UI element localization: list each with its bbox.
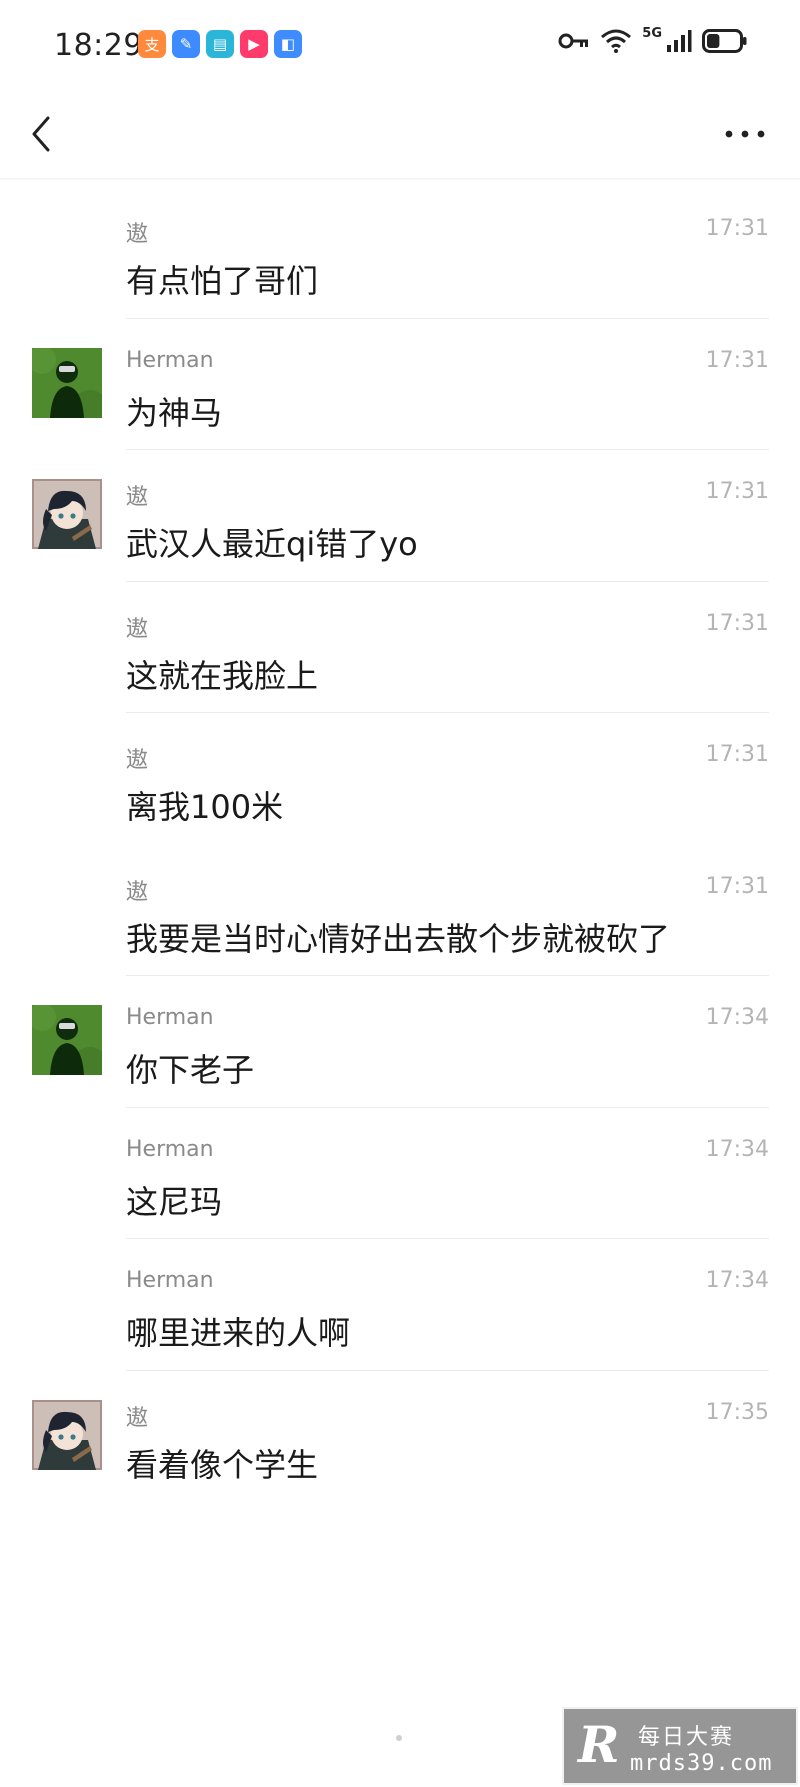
video-app-icon: ▶	[240, 30, 268, 58]
message-sender: 遨	[126, 485, 149, 510]
message-text: 你下老子	[126, 1051, 255, 1089]
watermark-title: 每日大赛	[638, 1725, 735, 1750]
scroll-indicator	[396, 1735, 402, 1741]
message-text: 为神马	[126, 393, 223, 432]
more-button[interactable]	[720, 118, 770, 150]
message-text: 这尼玛	[126, 1182, 223, 1221]
message-sender: Herman	[126, 1005, 214, 1030]
message-divider	[126, 1238, 769, 1239]
message-divider	[126, 712, 769, 713]
message-timestamp: 17:31	[705, 610, 769, 636]
message-text: 看着像个学生	[126, 1445, 319, 1484]
message-timestamp: 17:35	[705, 1399, 769, 1425]
message-divider	[126, 1369, 769, 1371]
alipay-app-icon: 支	[138, 30, 166, 58]
message-divider	[126, 975, 769, 976]
more-dots-icon	[725, 130, 765, 138]
signal-icon	[666, 29, 692, 57]
message-timestamp: 17:34	[705, 1136, 769, 1162]
message-text: 武汉人最近qi错了yo	[126, 525, 418, 563]
message-sender: 遨	[126, 748, 149, 773]
message-item[interactable]: 遨 17:31 离我100米	[0, 712, 800, 862]
message-divider	[126, 580, 769, 582]
message-item[interactable]: 遨 17:31 我要是当时心情好出去散个步就被砍了	[0, 844, 800, 994]
message-item[interactable]: 遨 17:35 看着像个学生	[0, 1369, 800, 1520]
status-time: 18:29	[54, 28, 143, 63]
wifi-icon	[600, 28, 632, 58]
message-text: 离我100米	[126, 788, 284, 826]
wallet-app-icon: ◧	[274, 30, 302, 58]
message-item[interactable]: Herman 17:34 这尼玛	[0, 1106, 800, 1257]
message-list[interactable]: 遨 17:31 有点怕了哥们 Herman 17:31 为神马遨 17:31 武汉人最近qi错…	[0, 178, 800, 1733]
message-sender: Herman	[126, 1136, 214, 1162]
message-sender: 遨	[126, 1405, 149, 1431]
message-sender: Herman	[126, 347, 214, 373]
message-text: 有点怕了哥们	[126, 262, 319, 300]
chevron-left-icon	[32, 116, 50, 152]
avatar[interactable]	[32, 1005, 102, 1075]
key-icon	[558, 31, 590, 55]
message-sender: 遨	[126, 879, 149, 905]
status-bar: 18:29 支 ✎ ▤ ▶ ◧ 5G	[0, 0, 800, 90]
watermark-url: mrds39.com	[630, 1751, 773, 1776]
battery-icon	[702, 29, 748, 57]
notes-app-icon: ✎	[172, 30, 200, 58]
message-item[interactable]: Herman 17:31 为神马	[0, 317, 800, 468]
network-type-label: 5G	[642, 25, 662, 41]
message-timestamp: 17:31	[705, 216, 769, 241]
watermark-logo: R	[578, 1715, 620, 1774]
back-button[interactable]	[22, 108, 66, 160]
message-item[interactable]: 遨 17:31 有点怕了哥们	[0, 186, 800, 336]
status-indicators: 5G	[558, 25, 748, 58]
watermark: R 每日大赛 mrds39.com	[562, 1707, 798, 1785]
message-text: 我要是当时心情好出去散个步就被砍了	[126, 919, 671, 958]
message-sender: Herman	[126, 1268, 214, 1293]
message-divider	[126, 1106, 769, 1108]
message-item[interactable]: Herman 17:34 哪里进来的人啊	[0, 1238, 800, 1388]
message-text: 这就在我脸上	[126, 656, 319, 695]
avatar[interactable]	[32, 347, 102, 418]
message-timestamp: 17:31	[705, 347, 769, 373]
message-divider	[126, 317, 769, 319]
message-text: 哪里进来的人啊	[126, 1314, 351, 1352]
message-sender: 遨	[126, 222, 149, 247]
message-timestamp: 17:31	[705, 742, 769, 767]
message-item[interactable]: 遨 17:31 这就在我脸上	[0, 580, 800, 731]
avatar[interactable]	[32, 479, 102, 549]
message-sender: 遨	[126, 616, 149, 642]
message-timestamp: 17:31	[705, 479, 769, 504]
message-item[interactable]: 遨 17:31 武汉人最近qi错了yo	[0, 449, 800, 599]
avatar[interactable]	[32, 1399, 102, 1470]
message-timestamp: 17:34	[705, 1268, 769, 1293]
message-timestamp: 17:31	[705, 873, 769, 899]
message-item[interactable]: Herman 17:34 你下老子	[0, 975, 800, 1125]
message-divider	[126, 449, 769, 450]
nav-bar	[0, 90, 800, 178]
notification-icons: 支 ✎ ▤ ▶ ◧	[138, 30, 302, 58]
reader-app-icon: ▤	[206, 30, 234, 58]
message-timestamp: 17:34	[705, 1005, 769, 1030]
